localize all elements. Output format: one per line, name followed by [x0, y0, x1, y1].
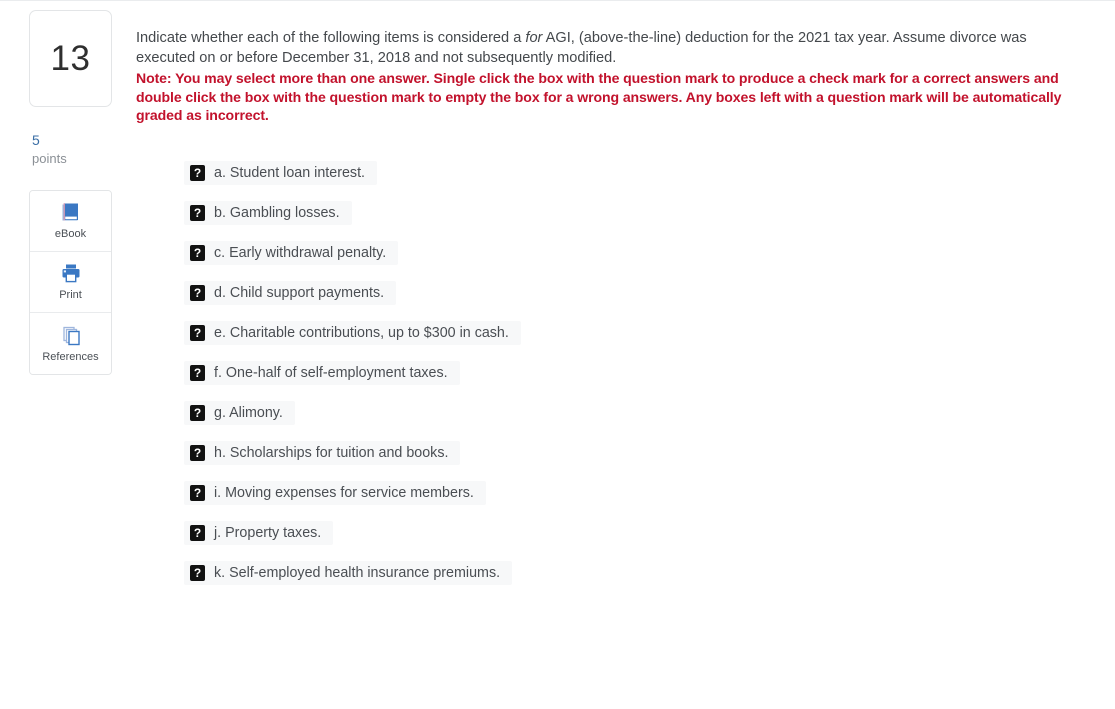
question-mark-box[interactable]: ?	[190, 165, 205, 182]
answer-row: ? f. One-half of self-employment taxes.	[184, 361, 1081, 386]
question-mark-box[interactable]: ?	[190, 525, 205, 542]
question-mark-box[interactable]: ?	[190, 365, 205, 382]
answer-label: c. Early withdrawal penalty.	[214, 245, 387, 262]
print-button[interactable]: Print	[30, 252, 111, 314]
question-page: 13 5 points eBook Print References Indic…	[0, 0, 1115, 709]
ebook-label: eBook	[54, 228, 87, 241]
answer-item: ? h. Scholarships for tuition and books.	[184, 441, 461, 466]
references-button[interactable]: References	[30, 313, 111, 375]
answer-item: ? d. Child support payments.	[184, 281, 397, 306]
answer-row: ? i. Moving expenses for service members.	[184, 481, 1081, 506]
answer-item: ? c. Early withdrawal penalty.	[184, 241, 399, 266]
answer-label: d. Child support payments.	[214, 285, 385, 302]
question-mark-box[interactable]: ?	[190, 445, 205, 462]
main-content: Indicate whether each of the following i…	[136, 29, 1081, 601]
answer-label: i. Moving expenses for service members.	[214, 485, 474, 502]
answer-label: a. Student loan interest.	[214, 165, 366, 182]
answer-row: ? k. Self-employed health insurance premi…	[184, 561, 1081, 586]
question-mark-box[interactable]: ?	[190, 565, 205, 582]
answer-item: ? i. Moving expenses for service members.	[184, 481, 486, 506]
ebook-button[interactable]: eBook	[30, 191, 111, 253]
answer-label: g. Alimony.	[214, 405, 283, 422]
answer-item: ? k. Self-employed health insurance premi…	[184, 561, 513, 586]
answer-row: ? b. Gambling losses.	[184, 201, 1081, 226]
question-mark-box[interactable]: ?	[190, 205, 205, 222]
tool-panel: eBook Print References	[29, 190, 112, 376]
question-mark-box[interactable]: ?	[190, 285, 205, 302]
answer-row: ? h. Scholarships for tuition and books.	[184, 441, 1081, 466]
answer-label: h. Scholarships for tuition and books.	[214, 445, 449, 462]
question-number-card: 13	[29, 10, 112, 107]
print-label: Print	[59, 289, 82, 302]
answer-label: b. Gambling losses.	[214, 205, 340, 222]
answer-row: ? d. Child support payments.	[184, 281, 1081, 306]
points-block: 5 points	[29, 131, 112, 167]
references-label: References	[42, 350, 99, 363]
answer-item: ? g. Alimony.	[184, 401, 295, 426]
question-prompt: Indicate whether each of the following i…	[136, 29, 1071, 125]
answer-label: j. Property taxes.	[214, 525, 322, 542]
points-label: points	[32, 150, 67, 166]
instruction-note: Note: You may select more than one answe…	[136, 69, 1062, 124]
answer-label: e. Charitable contributions, up to $300 …	[214, 325, 509, 342]
printer-icon	[59, 263, 83, 285]
answer-item: ? f. One-half of self-employment taxes.	[184, 361, 460, 386]
answer-row: ? j. Property taxes.	[184, 521, 1081, 546]
pages-stack-icon	[59, 325, 83, 347]
left-rail: 13 5 points eBook Print References	[29, 10, 112, 376]
question-mark-box[interactable]: ?	[190, 245, 205, 262]
answer-row: ? a. Student loan interest.	[184, 161, 1081, 186]
question-number: 13	[50, 38, 91, 78]
answer-item: ? a. Student loan interest.	[184, 161, 378, 186]
question-mark-box[interactable]: ?	[190, 485, 205, 502]
answer-item: ? b. Gambling losses.	[184, 201, 352, 226]
prompt-italic-term: for	[525, 30, 543, 46]
prompt-part-1: Indicate whether each of the following i…	[136, 30, 526, 46]
answer-row: ? g. Alimony.	[184, 401, 1081, 426]
question-mark-box[interactable]: ?	[190, 325, 205, 342]
answer-item: ? j. Property taxes.	[184, 521, 334, 546]
answer-item: ? e. Charitable contributions, up to $300…	[184, 321, 521, 346]
answer-row: ? e. Charitable contributions, up to $300…	[184, 321, 1081, 346]
points-value: 5	[32, 132, 40, 148]
question-mark-box[interactable]: ?	[190, 405, 205, 422]
answer-label: f. One-half of self-employment taxes.	[214, 365, 448, 382]
book-icon	[59, 202, 83, 224]
answer-label: k. Self-employed health insurance premiu…	[214, 565, 501, 582]
answer-list: ? a. Student loan interest.? b. Gambling l…	[136, 161, 1081, 586]
answer-row: ? c. Early withdrawal penalty.	[184, 241, 1081, 266]
